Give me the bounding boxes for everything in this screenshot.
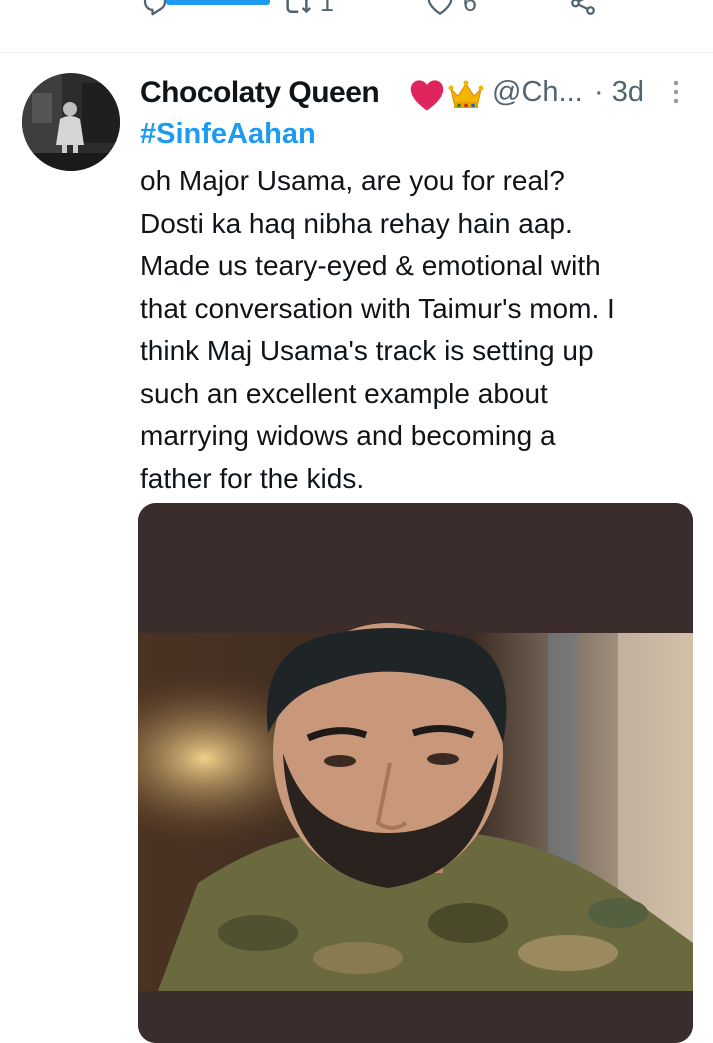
author-name[interactable]: Chocolaty Queen [140, 76, 380, 110]
reply-icon [143, 0, 167, 16]
retweet-count: 1 [320, 0, 334, 17]
more-options-icon[interactable] [670, 78, 682, 108]
retweet-icon [286, 0, 311, 14]
previous-tweet-action-bar: 1 6 [0, 0, 713, 53]
like-button[interactable]: 6 [425, 0, 477, 18]
share-icon [571, 0, 595, 15]
reply-button[interactable] [140, 0, 178, 18]
tweet-image [138, 503, 693, 1043]
tweet-text: oh Major Usama, are you for real? Dosti … [140, 165, 615, 494]
tweet-header: Chocolaty Queen @Ch... · 3d [140, 72, 700, 112]
retweet-button[interactable]: 1 [282, 0, 334, 18]
heart-outline-icon [427, 0, 453, 15]
share-button[interactable] [568, 0, 598, 18]
tweet-media[interactable] [138, 503, 693, 1043]
crown-icon [448, 80, 484, 108]
author-handle[interactable]: @Ch... [492, 76, 583, 109]
avatar-image [22, 73, 120, 171]
red-heart-icon [410, 80, 444, 111]
scroll-indicator [166, 0, 270, 5]
hashtag-link[interactable]: #SinfeAahan [140, 118, 316, 151]
like-count: 6 [463, 0, 477, 17]
tweet-timestamp[interactable]: · 3d [594, 76, 644, 109]
avatar[interactable] [22, 73, 120, 171]
